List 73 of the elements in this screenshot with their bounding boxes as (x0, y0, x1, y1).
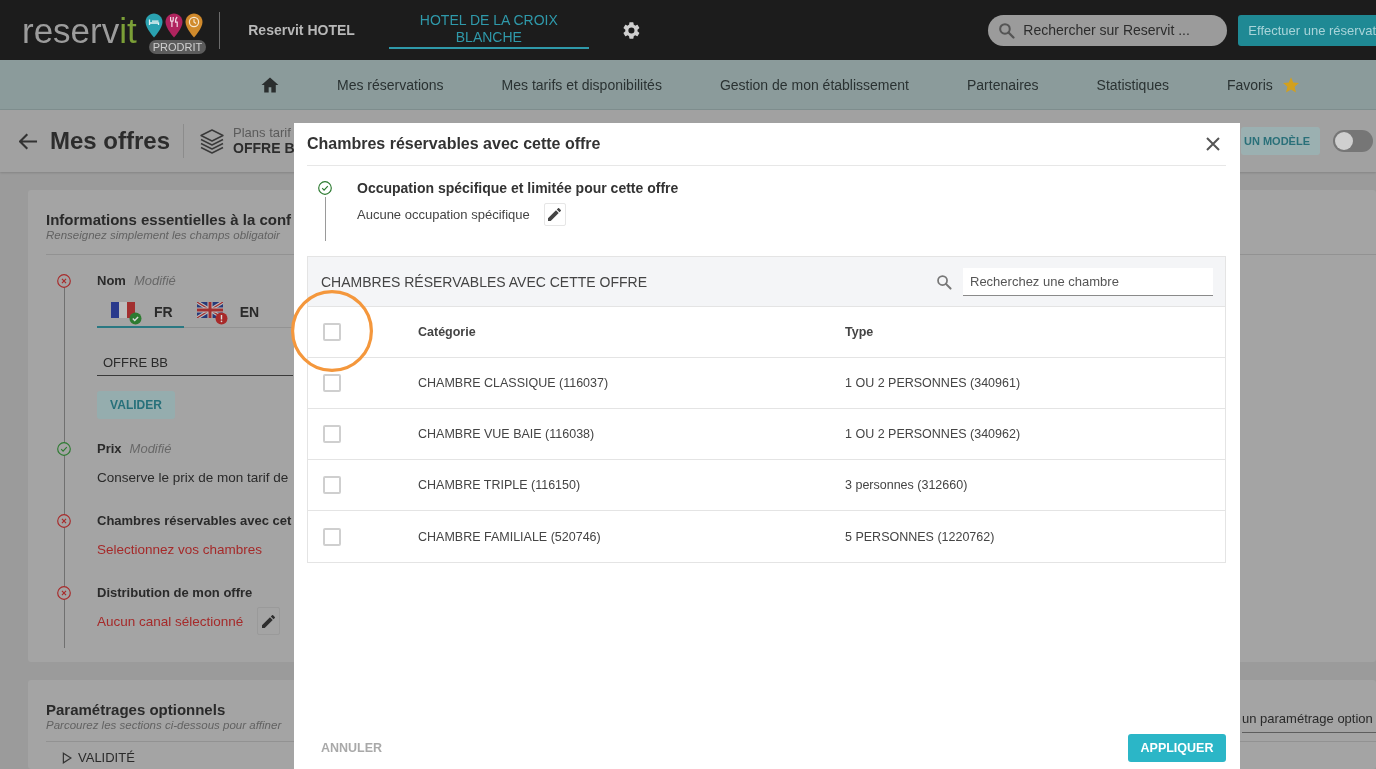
search-icon (998, 21, 1016, 39)
language-tab[interactable]: FR (97, 298, 184, 328)
page-title: Mes offres (50, 127, 171, 155)
offer-name-field[interactable]: OFFRE BB (97, 349, 293, 376)
plan-label: Plans tarif (233, 125, 291, 140)
close-icon[interactable] (1206, 137, 1220, 151)
room-type: 3 personnes (312660) (845, 478, 968, 492)
section-subtitle: Renseignez simplement les champs obligatoir (46, 229, 280, 242)
occupancy-value: Aucune occupation spécifique (357, 207, 530, 222)
column-header: Type (845, 325, 874, 339)
column-header: Catégorie (418, 325, 476, 339)
room-category: CHAMBRE TRIPLE (116150) (418, 478, 581, 492)
section-title: Informations essentielles à la conf (46, 211, 292, 229)
step-value: Conserve le prix de mon tarif de (97, 469, 289, 485)
validate-button[interactable]: VALIDER (97, 391, 175, 419)
new-booking-button[interactable]: Effectuer une réservat (1238, 14, 1376, 46)
table-heading: CHAMBRES RÉSERVABLES AVEC CETTE OFFRE (321, 273, 647, 290)
room-type: 1 OU 2 PERSONNES (340961) (845, 376, 1021, 390)
plan-name: OFFRE B (233, 140, 295, 157)
home-icon[interactable] (261, 76, 279, 93)
cutlery-pin-icon (164, 13, 183, 38)
account-name[interactable]: Reservit HOTEL (248, 22, 355, 38)
star-icon (1282, 76, 1299, 93)
pencil-icon (548, 208, 562, 221)
hotel-selector[interactable]: HOTEL DE LA CROIX BLANCHE (388, 11, 589, 49)
step-title: Nom (97, 272, 126, 290)
room-type: 5 PERSONNES (1220762) (845, 529, 995, 544)
step-title: Prix (97, 440, 122, 458)
section-toggle[interactable]: VALIDITÉ (62, 750, 135, 766)
room-category: CHAMBRE CLASSIQUE (116037) (418, 376, 609, 390)
room-category: CHAMBRE FAMILIALE (520746) (418, 529, 601, 544)
settings-icon[interactable] (622, 21, 640, 39)
section-subtitle: Parcourez les sections ci-dessous pour affiner (46, 719, 282, 732)
environment-tag: PRODRIT (148, 40, 207, 54)
apply-button[interactable]: APPLIQUER (1128, 734, 1226, 762)
occupancy-title: Occupation spécifique et limitée pour cette offre (357, 180, 679, 196)
nav-link[interactable]: Favoris (1226, 76, 1299, 93)
search-icon (936, 273, 952, 290)
search-field[interactable]: Rechercher sur Reservit ... (1023, 19, 1220, 41)
pencil-icon (262, 614, 276, 628)
section-title: Paramétrages optionnels (46, 701, 226, 719)
layers-icon (200, 128, 225, 154)
bed-pin-icon (144, 13, 163, 38)
step-value: Aucun canal sélectionné (97, 613, 244, 629)
edit-button[interactable] (257, 607, 281, 635)
logo-text: reservit (22, 12, 137, 50)
cancel-button[interactable]: ANNULER (319, 738, 385, 758)
nav-link[interactable]: Gestion de mon établissement (719, 76, 909, 93)
modified-note: Modifié (129, 440, 172, 458)
step-title: Chambres réservables avec cet (97, 512, 292, 530)
nav-link[interactable]: Statistiques (1096, 76, 1169, 93)
search-bar[interactable]: Rechercher sur Reservit ... (988, 14, 1228, 46)
checkbox[interactable] (323, 425, 341, 443)
template-button[interactable]: UN MODÈLE (1241, 127, 1320, 155)
modified-note: Modifié (133, 272, 176, 290)
step-value: Selectionnez vos chambres (97, 541, 263, 557)
language-tab[interactable]: EN (183, 298, 271, 328)
room-search-field[interactable]: Recherchez une chambre (963, 267, 1213, 296)
checkbox[interactable] (323, 527, 341, 546)
back-arrow-icon[interactable] (19, 132, 38, 150)
nav-link[interactable]: Mes réservations (337, 76, 444, 93)
add-setting-field[interactable]: un paramétrage option (1242, 705, 1376, 733)
nav-link[interactable]: Mes tarifs et disponibilités (501, 76, 662, 93)
checkbox[interactable] (323, 323, 341, 341)
room-category: CHAMBRE VUE BAIE (116038) (418, 427, 595, 441)
step-title: Distribution de mon offre (97, 584, 253, 602)
room-type: 1 OU 2 PERSONNES (340962) (845, 427, 1021, 441)
dialog-title: Chambres réservables avec cette offre (307, 135, 601, 153)
nav-link[interactable]: Partenaires (967, 76, 1039, 93)
checkbox[interactable] (323, 476, 341, 494)
checkbox[interactable] (323, 374, 341, 392)
toggle-switch[interactable] (1333, 130, 1373, 152)
clock-pin-icon (184, 13, 203, 38)
